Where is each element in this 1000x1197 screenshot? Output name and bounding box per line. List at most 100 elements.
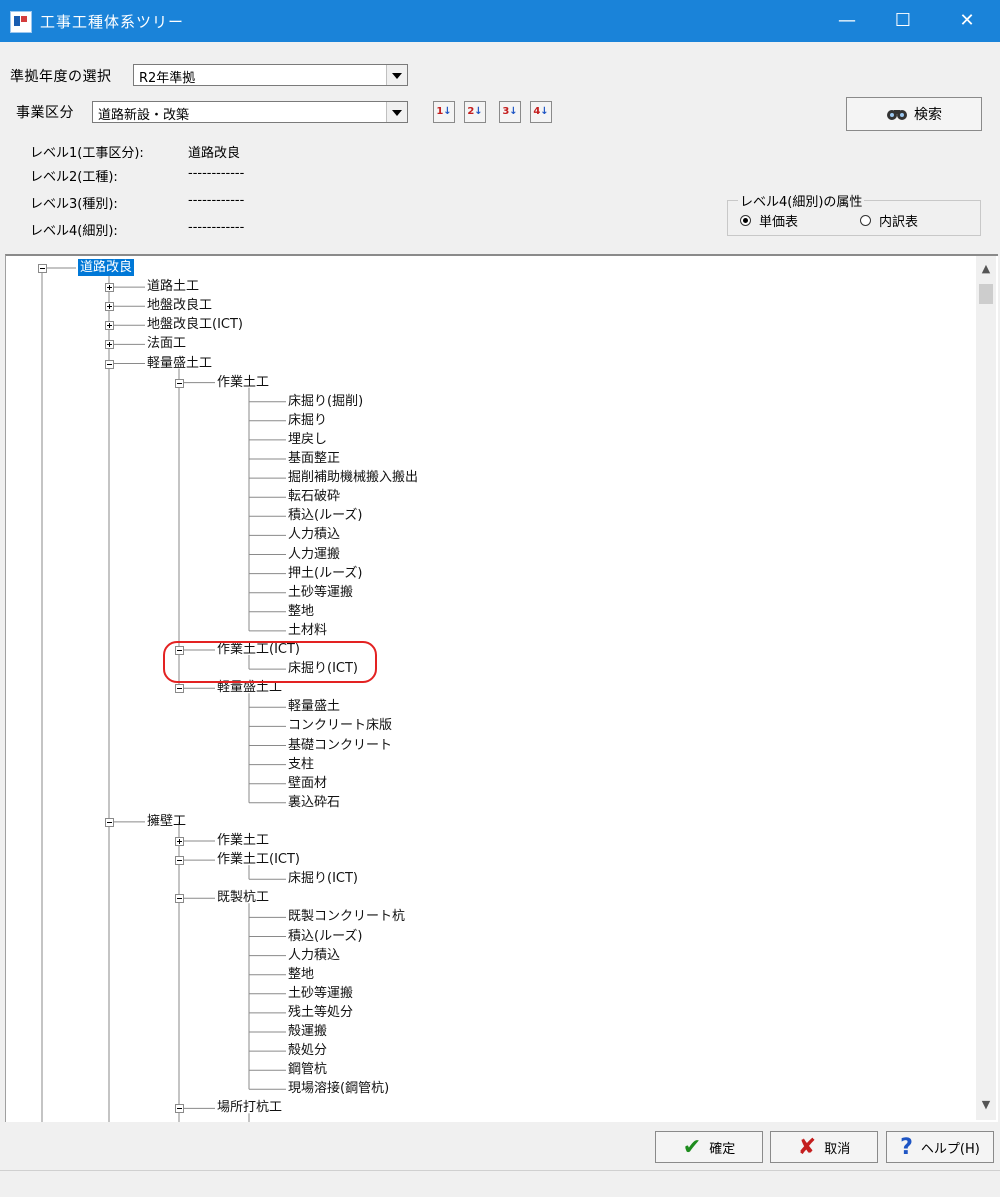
binoculars-icon <box>887 110 907 120</box>
tree-node-level2[interactable]: 地盤改良工 <box>147 297 212 314</box>
question-icon: ? <box>900 1134 913 1160</box>
level2-value: ------------ <box>188 166 245 181</box>
ok-label: 確定 <box>709 1141 736 1157</box>
x-icon: ✘ <box>797 1134 817 1160</box>
search-button[interactable]: 検索 <box>846 97 982 131</box>
maximize-button[interactable]: ☐ <box>876 0 930 42</box>
tree-node-level3[interactable]: 作業土工(ICT) <box>217 641 300 658</box>
sort-level1-button[interactable]: 1↓ <box>433 101 455 123</box>
radio-dot-icon[interactable] <box>740 215 751 226</box>
tree-node-level4[interactable]: 土材料 <box>288 622 327 639</box>
collapse-minus-icon[interactable] <box>105 359 114 369</box>
tree-node-level4[interactable]: 床掘り <box>288 412 327 429</box>
year-select-value: R2年準拠 <box>139 71 196 86</box>
tree-node-level4[interactable]: 既製コンクリート杭 <box>288 908 405 925</box>
cancel-label: 取消 <box>824 1141 851 1157</box>
tree-node-level4[interactable]: 埋戻し <box>288 431 327 448</box>
tree-node-level3[interactable]: 作業土工 <box>217 374 269 391</box>
tree-node-level3[interactable]: 場所打杭工 <box>217 1099 282 1116</box>
tree-node-level4[interactable]: 押土(ルーズ) <box>288 565 363 582</box>
tree-node-level4[interactable]: 人力積込 <box>288 947 340 964</box>
tree-node-level4[interactable]: 整地 <box>288 603 314 620</box>
tree-node-level3[interactable]: 既製杭工 <box>217 889 269 906</box>
attribute-legend: レベル4(細別)の属性 <box>738 191 865 210</box>
cancel-button[interactable]: ✘ 取消 <box>770 1131 878 1163</box>
tree-node-level1[interactable]: 道路改良 <box>78 259 135 276</box>
collapse-minus-icon[interactable] <box>175 894 184 904</box>
tree-node-level4[interactable]: 整地 <box>288 966 314 983</box>
category-select[interactable]: 道路新設・改築 <box>92 101 408 123</box>
collapse-minus-icon[interactable] <box>105 817 114 827</box>
tree-node-level4[interactable]: 掘削補助機械搬入搬出 <box>288 469 418 486</box>
level3-value: ------------ <box>188 193 245 208</box>
tree-node-level4[interactable]: 鋼管杭 <box>288 1061 327 1078</box>
tree-node-level2[interactable]: 地盤改良工(ICT) <box>147 316 243 333</box>
sort-level4-button[interactable]: 4↓ <box>530 101 552 123</box>
tree-view[interactable]: 道路改良 道路土工 地盤改良工 地盤改良工(ICT) 法面工 軽量盛土工 作業土工 床掘り(掘… <box>5 254 998 1122</box>
tree-node-level4[interactable]: 人力運搬 <box>288 546 340 563</box>
tree-node-level4[interactable]: 軽量盛土 <box>288 698 340 715</box>
sort-level3-button[interactable]: 3↓ <box>499 101 521 123</box>
tree-node-level3[interactable]: 作業土工(ICT) <box>217 851 300 868</box>
tree-node-level4[interactable]: 積込(ルーズ) <box>288 928 363 945</box>
radio-unit-price[interactable]: 単価表 <box>740 211 798 230</box>
year-label: 準拠年度の選択 <box>10 69 112 85</box>
minimize-button[interactable]: — <box>820 0 874 42</box>
title-bar: 工事工種体系ツリー — ☐ ✕ <box>0 0 1000 42</box>
chevron-down-icon[interactable] <box>386 65 407 85</box>
collapse-minus-icon[interactable] <box>175 684 184 694</box>
tree-node-level4[interactable]: 床掘り(ICT) <box>288 660 358 677</box>
tree-node-level2[interactable]: 道路土工 <box>147 278 199 295</box>
radio-breakdown[interactable]: 内訳表 <box>860 211 918 230</box>
tree-node-level4[interactable]: 転石破砕 <box>288 488 340 505</box>
tree-node-level4[interactable]: 基礎コンクリート <box>288 737 392 754</box>
expand-plus-icon[interactable] <box>105 321 114 331</box>
tree-node-level4[interactable]: 床掘り(ICT) <box>288 870 358 887</box>
tree-node-level4[interactable]: 人力積込 <box>288 526 340 543</box>
level1-label: レベル1(工事区分): <box>30 146 144 161</box>
close-button[interactable]: ✕ <box>940 0 994 42</box>
help-button[interactable]: ? ヘルプ(H) <box>886 1131 994 1163</box>
expand-plus-icon[interactable] <box>175 837 184 846</box>
scroll-down-icon[interactable]: ▼ <box>976 1098 996 1114</box>
tree-node-level3[interactable]: 作業土工 <box>217 832 269 849</box>
tree-node-level4[interactable]: 基面整正 <box>288 450 340 467</box>
tree-node-level4[interactable]: 床掘り(掘削) <box>288 393 363 410</box>
radio-breakdown-label: 内訳表 <box>879 215 919 230</box>
tree-node-level4[interactable]: 土砂等運搬 <box>288 584 353 601</box>
scroll-up-icon[interactable]: ▲ <box>976 262 996 278</box>
tree-node-level2[interactable]: 擁壁工 <box>147 813 186 830</box>
collapse-minus-icon[interactable] <box>38 264 47 273</box>
tree-node-level4[interactable]: 殻処分 <box>288 1042 327 1059</box>
tree-node-level2[interactable]: 軽量盛土工 <box>147 355 212 372</box>
collapse-minus-icon[interactable] <box>175 378 184 388</box>
tree-node-level4[interactable]: 残土等処分 <box>288 1004 353 1021</box>
tree-node-level3[interactable]: 軽量盛土工 <box>217 679 282 696</box>
collapse-minus-icon[interactable] <box>175 646 184 655</box>
sort-level2-button[interactable]: 2↓ <box>464 101 486 123</box>
vertical-scrollbar[interactable]: ▲ ▼ <box>976 256 996 1120</box>
check-icon: ✔ <box>682 1134 702 1160</box>
scroll-thumb[interactable] <box>979 284 993 304</box>
collapse-minus-icon[interactable] <box>175 856 184 866</box>
tree-node-level4[interactable]: 壁面材 <box>288 775 327 792</box>
radio-dot-icon[interactable] <box>860 215 871 226</box>
tree-node-level4[interactable]: 裏込砕石 <box>288 794 340 811</box>
ok-button[interactable]: ✔ 確定 <box>655 1131 763 1163</box>
tree-node-level4[interactable]: コンクリート床版 <box>288 717 392 734</box>
tree-node-level4[interactable]: 支柱 <box>288 756 314 773</box>
collapse-minus-icon[interactable] <box>175 1104 184 1114</box>
tree-node-level2[interactable]: 法面工 <box>147 335 186 352</box>
tree-node-level4[interactable]: 現場溶接(鋼管杭) <box>288 1080 389 1097</box>
category-select-value: 道路新設・改築 <box>98 108 190 123</box>
search-label: 検索 <box>914 107 942 123</box>
tree-node-level4[interactable]: 積込(ルーズ) <box>288 507 363 524</box>
expand-plus-icon[interactable] <box>105 340 114 350</box>
year-select[interactable]: R2年準拠 <box>133 64 408 86</box>
expand-plus-icon[interactable] <box>105 283 114 293</box>
tree-node-level4[interactable]: 殻運搬 <box>288 1023 327 1040</box>
radio-unit-price-label: 単価表 <box>759 215 799 230</box>
expand-plus-icon[interactable] <box>105 302 114 312</box>
chevron-down-icon[interactable] <box>386 102 407 122</box>
tree-node-level4[interactable]: 土砂等運搬 <box>288 985 353 1002</box>
